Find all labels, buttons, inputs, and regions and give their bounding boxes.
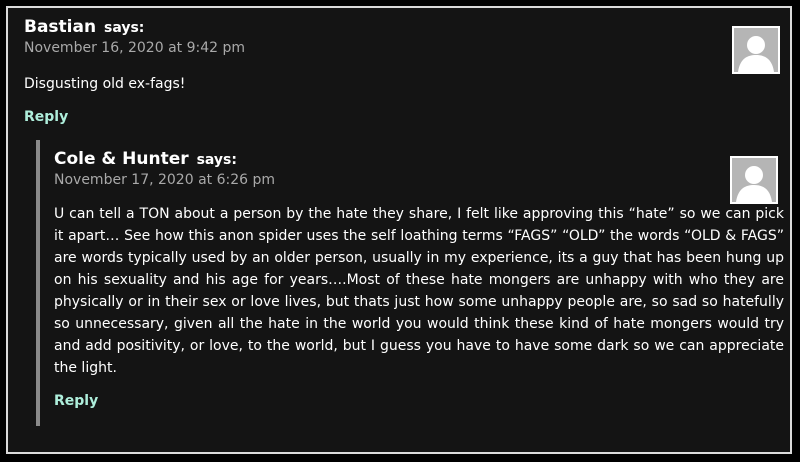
avatar-icon: [730, 156, 778, 204]
comment-text: Disgusting old ex-fags!: [24, 76, 186, 92]
reply-link[interactable]: Reply: [24, 109, 68, 125]
comments-section: Bastian says: November 16, 2020 at 9:42 …: [6, 6, 792, 454]
comment-author-line: Cole & Hunter says:: [54, 148, 784, 171]
comment-bastian: Bastian says: November 16, 2020 at 9:42 …: [24, 16, 784, 125]
comment-date[interactable]: November 16, 2020 at 9:42 pm: [24, 39, 784, 57]
comment-date[interactable]: November 17, 2020 at 6:26 pm: [54, 171, 784, 189]
reply-link[interactable]: Reply: [54, 393, 98, 409]
comment-cole-hunter: Cole & Hunter says: November 17, 2020 at…: [54, 148, 784, 409]
nested-reply-thread: Cole & Hunter says: November 17, 2020 at…: [36, 140, 788, 426]
avatar-icon: [732, 26, 780, 74]
comment-text: U can tell a TON about a person by the h…: [54, 206, 784, 376]
comment-author-line: Bastian says:: [24, 16, 784, 39]
says-label: says:: [196, 152, 237, 168]
comment-author: Cole & Hunter: [54, 149, 189, 169]
comment-author: Bastian: [24, 17, 97, 37]
says-label: says:: [104, 20, 145, 36]
